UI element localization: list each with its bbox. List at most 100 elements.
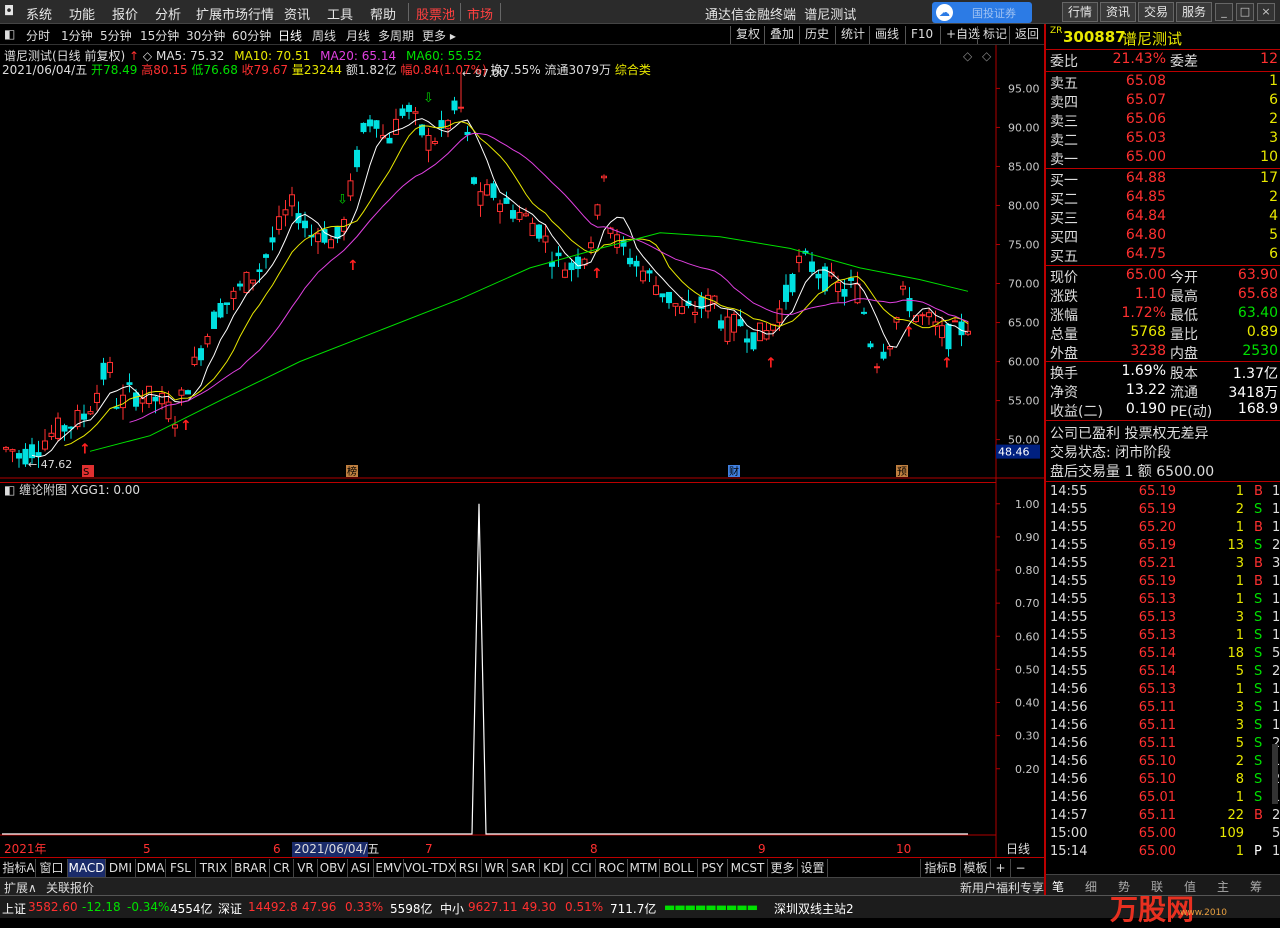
indicator-tab[interactable]: 更多: [768, 859, 798, 877]
indicator-tab[interactable]: CCI: [568, 859, 596, 877]
bid-row[interactable]: 买五 64.75 6: [1050, 246, 1278, 265]
app-logo-icon[interactable]: ◘: [4, 4, 14, 19]
close-icon[interactable]: ×: [1257, 3, 1275, 21]
indicator-tab[interactable]: 窗口: [36, 859, 68, 877]
history-button[interactable]: 历史: [799, 26, 834, 44]
sh-index-label[interactable]: 上证: [2, 900, 26, 917]
indicator-right-button[interactable]: 指标B: [920, 859, 960, 877]
indicator-tab[interactable]: PSY: [698, 859, 728, 877]
indicator-tab[interactable]: SAR: [508, 859, 540, 877]
xaxis-period-label: 日线: [1006, 842, 1030, 856]
indicator-right-button[interactable]: +: [990, 859, 1010, 877]
maximize-icon[interactable]: □: [1236, 3, 1254, 21]
indicator-right-button[interactable]: 模板: [960, 859, 990, 877]
bottom-tab[interactable]: 联: [1151, 878, 1163, 895]
indicator-tab[interactable]: KDJ: [540, 859, 568, 877]
diamond-icon[interactable]: ◇: [963, 49, 972, 63]
stats-button[interactable]: 统计: [835, 26, 870, 44]
bottom-tab[interactable]: 势: [1118, 878, 1130, 895]
tab-quotes[interactable]: 行情: [1062, 2, 1098, 22]
indicator-tab[interactable]: FSL: [166, 859, 196, 877]
period-intraday[interactable]: 分时: [26, 27, 50, 44]
indicator-tab[interactable]: MACD: [68, 859, 106, 877]
menu-system[interactable]: 系统: [26, 4, 52, 23]
indicator-tab[interactable]: CR: [270, 859, 294, 877]
indicator-tab[interactable]: EMV: [374, 859, 404, 877]
bottom-tab[interactable]: 筹: [1250, 878, 1262, 895]
menu-function[interactable]: 功能: [69, 4, 95, 23]
menu-help[interactable]: 帮助: [370, 4, 396, 23]
bid-row[interactable]: 买一 64.88 17: [1050, 170, 1278, 189]
period-15min[interactable]: 15分钟: [140, 27, 179, 44]
period-daily[interactable]: 日线: [278, 27, 302, 44]
indicator-tab[interactable]: VOL-TDX: [404, 859, 456, 877]
tab-service[interactable]: 服务: [1176, 2, 1212, 22]
adjust-button[interactable]: 复权: [730, 26, 765, 44]
overlay-button[interactable]: 叠加: [764, 26, 799, 44]
chart-area[interactable]: 95.00 90.00 85.00 80.00 75.00 70.00 65.00 60.00…: [0, 45, 1044, 857]
indicator-tab[interactable]: OBV: [318, 859, 348, 877]
indicator-tab[interactable]: DMI: [106, 859, 136, 877]
period-60min[interactable]: 60分钟: [232, 27, 271, 44]
indicator-tab[interactable]: TRIX: [196, 859, 232, 877]
bid-row[interactable]: 买三 64.84 4: [1050, 208, 1278, 227]
menu-market[interactable]: 市场: [467, 4, 493, 23]
candle-body: [568, 262, 575, 271]
sz-index-label[interactable]: 深证: [218, 900, 242, 917]
ask-row[interactable]: 卖二 65.03 3: [1050, 130, 1278, 149]
f10-button[interactable]: F10: [905, 26, 938, 44]
mark-button[interactable]: 标记: [977, 26, 1012, 44]
ask-row[interactable]: 卖一 65.00 10: [1050, 149, 1278, 168]
tab-trade[interactable]: 交易: [1138, 2, 1174, 22]
tab-news[interactable]: 资讯: [1100, 2, 1136, 22]
menu-analysis[interactable]: 分析: [155, 4, 181, 23]
indicator-tab[interactable]: BRAR: [232, 859, 270, 877]
period-monthly[interactable]: 月线: [346, 27, 370, 44]
indicator-right-button[interactable]: −: [1010, 859, 1030, 877]
indicator-tab[interactable]: RSI: [456, 859, 482, 877]
kline-chart[interactable]: 95.00 90.00 85.00 80.00 75.00 70.00 65.00 60.00…: [0, 45, 1044, 857]
bid-row[interactable]: 买二 64.85 2: [1050, 189, 1278, 208]
period-weekly[interactable]: 周线: [312, 27, 336, 44]
server-name[interactable]: 深圳双线主站2: [774, 900, 854, 917]
cloud-login-button[interactable]: ☁ 国投证券: [932, 2, 1032, 23]
period-30min[interactable]: 30分钟: [186, 27, 225, 44]
panel-toggle-icon[interactable]: ◧: [4, 27, 15, 41]
bottom-tab[interactable]: 值: [1184, 878, 1196, 895]
zx-index-label[interactable]: 中小: [440, 900, 464, 917]
candle-body: [750, 332, 757, 350]
menu-tools[interactable]: 工具: [327, 4, 353, 23]
collapse-icon[interactable]: ◇: [982, 49, 991, 63]
ask-row[interactable]: 卖五 65.08 1: [1050, 73, 1278, 92]
expand-button[interactable]: 扩展∧: [4, 879, 37, 896]
bid-row[interactable]: 买四 64.80 5: [1050, 227, 1278, 246]
indicator-tab[interactable]: ASI: [348, 859, 374, 877]
indicator-tab[interactable]: ROC: [596, 859, 628, 877]
indicator-tab[interactable]: MCST: [728, 859, 768, 877]
indicator-tab[interactable]: MTM: [628, 859, 660, 877]
indicator-tab[interactable]: 指标A: [2, 859, 36, 877]
indicator-tab[interactable]: 设置: [798, 859, 828, 877]
bottom-tab[interactable]: 细: [1085, 878, 1097, 895]
period-multi[interactable]: 多周期: [378, 27, 414, 44]
menu-stock-pool[interactable]: 股票池: [416, 4, 455, 23]
minimize-icon[interactable]: _: [1215, 3, 1233, 21]
indicator-tab[interactable]: BOLL: [660, 859, 698, 877]
related-quote-button[interactable]: 关联报价: [46, 879, 94, 896]
indicator-tab[interactable]: DMA: [136, 859, 166, 877]
indicator-tab[interactable]: WR: [482, 859, 508, 877]
menu-ext-market[interactable]: 扩展市场行情: [196, 4, 274, 23]
bottom-tab[interactable]: 笔: [1052, 878, 1064, 895]
draw-button[interactable]: 画线: [869, 26, 904, 44]
ask-row[interactable]: 卖三 65.06 2: [1050, 111, 1278, 130]
new-user-benefit-link[interactable]: 新用户福利专享: [960, 879, 1044, 896]
menu-news[interactable]: 资讯: [284, 4, 310, 23]
ask-row[interactable]: 卖四 65.07 6: [1050, 92, 1278, 111]
period-more[interactable]: 更多 ▸: [422, 27, 456, 44]
indicator-tab[interactable]: VR: [294, 859, 318, 877]
menu-quote[interactable]: 报价: [112, 4, 138, 23]
bottom-tab[interactable]: 主: [1217, 878, 1229, 895]
period-1min[interactable]: 1分钟: [61, 27, 93, 44]
period-5min[interactable]: 5分钟: [100, 27, 132, 44]
back-button[interactable]: 返回: [1009, 26, 1044, 44]
